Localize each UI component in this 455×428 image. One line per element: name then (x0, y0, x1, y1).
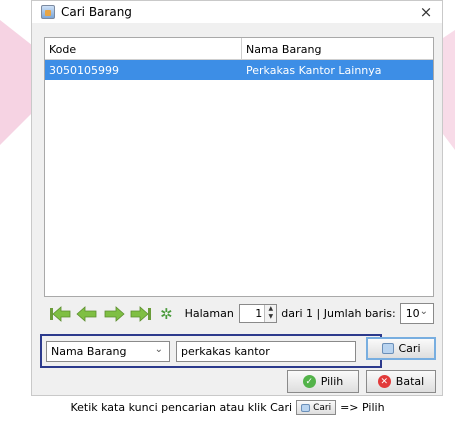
spinner-arrows-icon[interactable]: ▲ ▼ (264, 305, 277, 322)
results-table: Kode Nama Barang 3050105999 Perkakas Kan… (44, 37, 434, 297)
close-icon: ✕ (377, 375, 391, 388)
first-page-icon[interactable] (49, 305, 71, 322)
title-bar: Cari Barang × (32, 1, 442, 23)
cell-nama-barang[interactable]: Perkakas Kantor Lainnya (242, 60, 433, 80)
prev-page-icon[interactable] (76, 305, 98, 322)
close-button[interactable]: × (410, 1, 442, 23)
check-icon: ✓ (302, 375, 316, 388)
cari-button-label: Cari (398, 342, 421, 355)
instruction-caption: Ketik kata kunci pencarian atau klik Car… (0, 400, 455, 415)
search-input[interactable]: perkakas kantor (176, 341, 356, 362)
cell-kode[interactable]: 3050105999 (45, 60, 242, 80)
caption-cari-button-image: Cari (296, 400, 337, 415)
chevron-down-icon: ⌄ (419, 306, 428, 317)
search-field-select[interactable]: Nama Barang ⌄ (46, 341, 170, 362)
rows-per-page-value: 10 (405, 307, 420, 320)
window-title: Cari Barang (61, 5, 132, 19)
pilih-button-label: Pilih (320, 375, 344, 388)
pagination-bar: ✲ Halaman 1 ▲ ▼ dari 1 | Jumlah baris: 10… (44, 301, 434, 326)
column-header-nama-barang[interactable]: Nama Barang (242, 38, 433, 59)
table-header: Kode Nama Barang (45, 38, 433, 60)
chevron-down-icon: ⌄ (154, 344, 163, 355)
page-label: Halaman (184, 307, 234, 320)
page-number-spinner[interactable]: 1 ▲ ▼ (238, 304, 278, 323)
caption-text-after: => Pilih (340, 401, 385, 414)
page-count-text: dari 1 | Jumlah baris: (281, 307, 396, 320)
search-field-value: Nama Barang (51, 345, 127, 358)
cari-barang-dialog: Cari Barang × Kode Nama Barang 305010599… (31, 0, 443, 396)
caption-cari-label: Cari (313, 402, 332, 413)
batal-button-label: Batal (395, 375, 425, 388)
column-header-kode[interactable]: Kode (45, 38, 242, 59)
batal-button[interactable]: ✕ Batal (366, 370, 436, 393)
java-app-icon (41, 5, 55, 19)
next-page-icon[interactable] (103, 305, 125, 322)
caption-text-before: Ketik kata kunci pencarian atau klik Car… (70, 401, 293, 414)
pilih-button[interactable]: ✓ Pilih (287, 370, 359, 393)
search-icon (301, 403, 311, 412)
table-row[interactable]: 3050105999 Perkakas Kantor Lainnya (45, 60, 433, 80)
last-page-icon[interactable] (130, 305, 152, 322)
rows-per-page-select[interactable]: 10 ⌄ (399, 303, 434, 324)
search-panel: Nama Barang ⌄ perkakas kantor (40, 334, 382, 368)
cari-button[interactable]: Cari (366, 337, 436, 360)
refresh-icon[interactable]: ✲ (160, 305, 173, 323)
page-number-value: 1 (255, 307, 263, 320)
search-icon (381, 343, 394, 354)
